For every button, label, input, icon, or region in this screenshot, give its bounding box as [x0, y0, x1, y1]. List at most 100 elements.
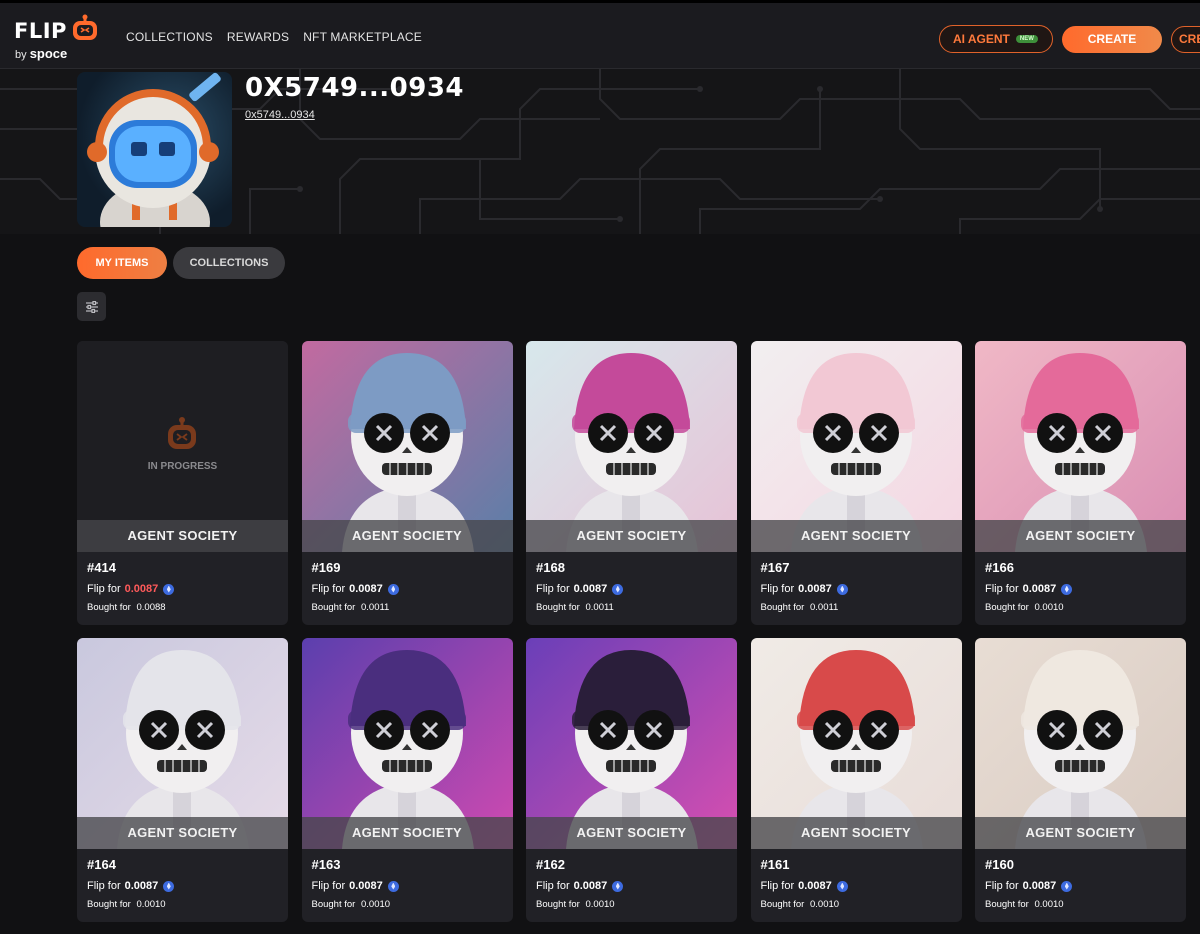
nft-card[interactable]: AGENT SOCIETY #162 Flip for 0.0087 Bough… — [526, 638, 737, 922]
nft-card[interactable]: AGENT SOCIETY #161 Flip for 0.0087 Bough… — [750, 638, 962, 922]
token-number: #162 — [536, 857, 565, 872]
flip-for-label: Flip for — [311, 880, 346, 892]
nft-card[interactable]: AGENT SOCIETY #164 Flip for 0.0087 Bough… — [77, 638, 288, 922]
flip-for-label: Flip for — [536, 880, 570, 892]
create-button-secondary[interactable]: CRE — [1171, 26, 1200, 53]
token-number: #167 — [760, 560, 790, 575]
collection-label: AGENT SOCIETY — [301, 817, 513, 849]
ai-agent-label: AI AGENT — [953, 32, 1010, 46]
flip-for-label: Flip for — [760, 880, 795, 892]
flip-price-row: Flip for 0.0087 — [87, 583, 175, 595]
eth-icon — [612, 583, 624, 595]
eth-icon — [1061, 880, 1073, 892]
nav-link-collections[interactable]: COLLECTIONS — [126, 30, 213, 44]
bought-price-row: Bought for 0.0011 — [536, 602, 614, 613]
nft-card[interactable]: AGENT SOCIETY #160 Flip for 0.0087 Bough… — [975, 638, 1186, 922]
profile-title: 0X5749...0934 — [245, 73, 464, 103]
eth-icon — [387, 880, 399, 892]
bought-for-label: Bought for — [985, 899, 1029, 910]
flip-price-value: 0.0087 — [1022, 880, 1057, 892]
ai-agent-button[interactable]: AI AGENT NEW — [939, 25, 1053, 53]
token-number: #169 — [311, 560, 341, 575]
bought-price-value: 0.0010 — [136, 899, 166, 910]
token-number: #166 — [985, 560, 1014, 575]
nft-card[interactable]: AGENT SOCIETY #167 Flip for 0.0087 Bough… — [750, 341, 962, 625]
eth-icon — [836, 583, 848, 595]
logo-byline: by spoce — [15, 46, 68, 61]
flip-price-row: Flip for 0.0087 — [985, 583, 1073, 595]
profile-avatar — [77, 72, 232, 227]
nav-link-nft-marketplace[interactable]: NFT MARKETPLACE — [303, 30, 422, 44]
bought-for-label: Bought for — [536, 899, 580, 910]
sliders-icon — [85, 300, 98, 313]
flip-for-label: Flip for — [311, 583, 346, 595]
bought-price-value: 0.0088 — [136, 602, 166, 613]
token-number: #164 — [87, 857, 116, 872]
bought-price-row: Bought for 0.0010 — [985, 602, 1064, 613]
bought-for-label: Bought for — [311, 899, 356, 910]
bought-price-value: 0.0010 — [1034, 899, 1064, 910]
bought-for-label: Bought for — [87, 899, 131, 910]
flip-price-row: Flip for 0.0087 — [312, 583, 399, 595]
flip-price-row: Flip for 0.0087 — [761, 880, 848, 892]
nft-card[interactable]: AGENT SOCIETY #163 Flip for 0.0087 Bough… — [301, 638, 513, 922]
bought-price-value: 0.0010 — [585, 899, 615, 910]
flip-price-value: 0.0087 — [349, 880, 383, 892]
collection-label: AGENT SOCIETY — [750, 520, 962, 552]
nft-card[interactable]: IN PROGRESS AGENT SOCIETY #414 Flip for … — [77, 341, 288, 625]
token-number: #160 — [985, 857, 1014, 872]
bought-price-row: Bought for 0.0011 — [312, 602, 390, 613]
bought-for-label: Bought for — [985, 602, 1029, 613]
tab-collections[interactable]: COLLECTIONS — [173, 247, 285, 279]
create-button[interactable]: CREATE — [1062, 26, 1162, 53]
nft-card[interactable]: AGENT SOCIETY #168 Flip for 0.0087 Bough… — [526, 341, 737, 625]
bought-for-label: Bought for — [760, 899, 805, 910]
in-progress-status: IN PROGRESS — [147, 461, 218, 472]
flip-price-value: 0.0087 — [124, 880, 159, 892]
flip-price-value: 0.0087 — [573, 583, 608, 595]
eth-icon — [163, 583, 175, 595]
flip-price-row: Flip for 0.0087 — [536, 880, 624, 892]
flip-price-row: Flip for 0.0087 — [536, 583, 624, 595]
bought-price-value: 0.0010 — [1034, 602, 1064, 613]
new-badge: NEW — [1015, 35, 1038, 43]
wallet-address-link[interactable]: 0x5749...0934 — [245, 109, 315, 121]
collection-label: AGENT SOCIETY — [77, 817, 288, 849]
eth-icon — [1061, 583, 1073, 595]
flip-price-value: 0.0087 — [573, 880, 608, 892]
flip-price-value: 0.0087 — [124, 583, 159, 595]
filter-button[interactable] — [77, 292, 106, 321]
token-number: #168 — [536, 560, 565, 575]
collection-label: AGENT SOCIETY — [526, 520, 737, 552]
flip-price-value: 0.0087 — [1022, 583, 1057, 595]
nft-card[interactable]: AGENT SOCIETY #169 Flip for 0.0087 Bough… — [301, 341, 513, 625]
flip-for-label: Flip for — [985, 583, 1019, 595]
token-number: #414 — [87, 560, 116, 575]
flip-for-label: Flip for — [536, 583, 570, 595]
bought-price-value: 0.0011 — [585, 602, 614, 613]
eth-icon — [387, 583, 399, 595]
logo-wordmark: FLIP — [14, 19, 67, 43]
tab-my-items[interactable]: MY ITEMS — [77, 247, 167, 279]
top-navigation-bar: FLIP by spoce COLLECTIONS REWARDS NFT MA… — [0, 0, 1200, 69]
collection-label: AGENT SOCIETY — [975, 520, 1186, 552]
token-number: #161 — [760, 857, 790, 872]
nft-card[interactable]: AGENT SOCIETY #166 Flip for 0.0087 Bough… — [975, 341, 1186, 625]
flip-price-value: 0.0087 — [349, 583, 383, 595]
bought-price-row: Bought for 0.0010 — [761, 899, 840, 910]
bought-for-label: Bought for — [311, 602, 356, 613]
bought-price-row: Bought for 0.0010 — [985, 899, 1064, 910]
flip-price-value: 0.0087 — [798, 583, 832, 595]
flip-price-row: Flip for 0.0087 — [761, 583, 848, 595]
collection-label: AGENT SOCIETY — [750, 817, 962, 849]
collection-label: AGENT SOCIETY — [975, 817, 1186, 849]
bought-price-row: Bought for 0.0010 — [87, 899, 166, 910]
eth-icon — [836, 880, 848, 892]
nav-link-rewards[interactable]: REWARDS — [227, 30, 289, 44]
bought-for-label: Bought for — [536, 602, 580, 613]
bought-price-value: 0.0011 — [809, 602, 839, 613]
bought-price-value: 0.0010 — [360, 899, 391, 910]
token-number: #163 — [311, 857, 341, 872]
flip-logo[interactable]: FLIP by spoce — [14, 13, 104, 63]
flip-price-value: 0.0087 — [798, 880, 832, 892]
